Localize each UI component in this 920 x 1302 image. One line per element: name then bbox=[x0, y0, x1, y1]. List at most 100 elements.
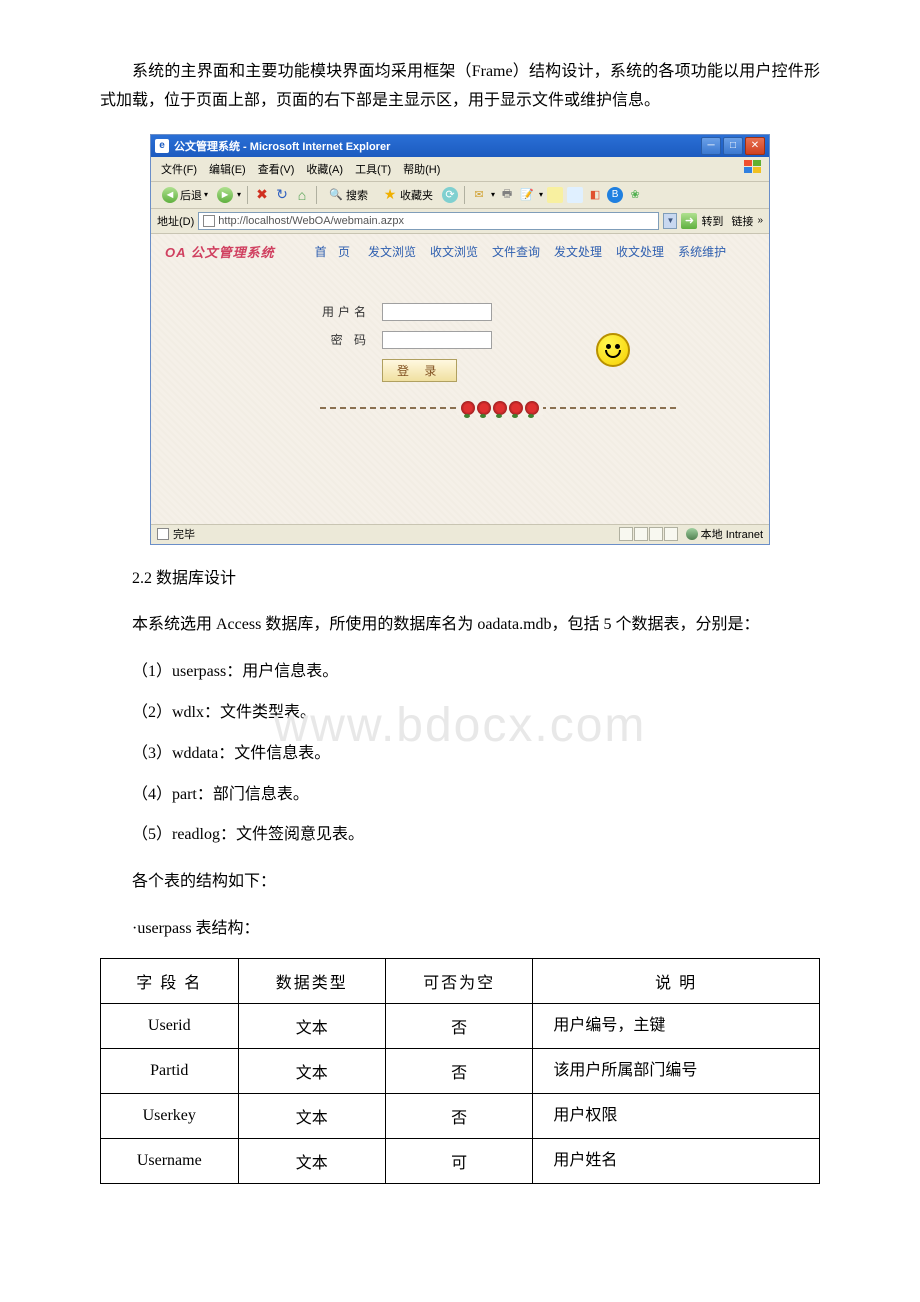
cell-type: 文本 bbox=[238, 1138, 385, 1183]
userpass-table: 字 段 名 数据类型 可否为空 说 明 Userid 文本 否 用户编号，主键 … bbox=[100, 958, 820, 1184]
tables-intro: 各个表的结构如下： bbox=[100, 868, 820, 897]
history-icon[interactable]: ⟳ bbox=[442, 187, 458, 203]
page-icon bbox=[203, 215, 215, 227]
minimize-button[interactable]: ─ bbox=[701, 137, 721, 155]
password-label: 密 码 bbox=[320, 331, 370, 348]
status-zone: 本地 Intranet bbox=[701, 526, 763, 542]
window-titlebar: e 公文管理系统 - Microsoft Internet Explorer ─… bbox=[151, 135, 769, 157]
tool-icon-2[interactable]: ◧ bbox=[587, 187, 603, 203]
db-item-3: （3）wddata：文件信息表。 bbox=[100, 740, 820, 769]
back-arrow-icon: ◄ bbox=[162, 187, 178, 203]
th-null: 可否为空 bbox=[385, 958, 532, 1003]
tool-icon-1[interactable] bbox=[567, 187, 583, 203]
url-input[interactable]: http://localhost/WebOA/webmain.azpx bbox=[198, 212, 659, 230]
go-label: 转到 bbox=[701, 213, 723, 229]
cell-null: 否 bbox=[385, 1048, 532, 1093]
nav-home[interactable]: 首 页 bbox=[315, 243, 354, 260]
maximize-button[interactable]: □ bbox=[723, 137, 743, 155]
nav-send-process[interactable]: 发文处理 bbox=[554, 243, 602, 260]
windows-flag-icon bbox=[743, 160, 763, 174]
address-bar: 地址(D) http://localhost/WebOA/webmain.azp… bbox=[151, 209, 769, 234]
table-row: Userkey 文本 否 用户权限 bbox=[101, 1093, 820, 1138]
home-icon[interactable]: ⌂ bbox=[294, 187, 310, 203]
cell-desc: 用户姓名 bbox=[533, 1138, 820, 1183]
cell-type: 文本 bbox=[238, 1093, 385, 1138]
oa-nav: 首 页 发文浏览 收文浏览 文件查询 发文处理 收文处理 系统维护 bbox=[315, 243, 726, 260]
cell-type: 文本 bbox=[238, 1003, 385, 1048]
oa-logo: OA 公文管理系统 bbox=[165, 242, 275, 261]
browser-screenshot: e 公文管理系统 - Microsoft Internet Explorer ─… bbox=[150, 134, 770, 545]
window-title: 公文管理系统 - Microsoft Internet Explorer bbox=[174, 138, 701, 154]
username-label: 用户名 bbox=[320, 303, 370, 320]
mail-icon[interactable]: ✉ bbox=[471, 187, 487, 203]
db-item-2: （2）wdlx：文件类型表。 bbox=[100, 699, 820, 728]
menu-bar: 文件(F) 编辑(E) 查看(V) 收藏(A) 工具(T) 帮助(H) bbox=[151, 157, 769, 182]
favorites-button[interactable]: ★ 收藏夹 bbox=[377, 185, 438, 205]
cell-null: 否 bbox=[385, 1093, 532, 1138]
smiley-icon bbox=[596, 333, 630, 367]
intro-paragraph: 系统的主界面和主要功能模块界面均采用框架（Frame）结构设计，系统的各项功能以… bbox=[100, 58, 820, 116]
stop-icon[interactable]: ✖ bbox=[254, 187, 270, 203]
cell-desc: 用户权限 bbox=[533, 1093, 820, 1138]
cell-field: Username bbox=[101, 1138, 239, 1183]
back-button[interactable]: ◄ 后退 ▾ bbox=[157, 185, 213, 205]
zone-icon bbox=[686, 528, 698, 540]
cell-desc: 该用户所属部门编号 bbox=[533, 1048, 820, 1093]
menu-file[interactable]: 文件(F) bbox=[157, 160, 201, 178]
nav-sys-maint[interactable]: 系统维护 bbox=[678, 243, 726, 260]
go-button-icon[interactable]: ➜ bbox=[681, 213, 697, 229]
table-caption: ·userpass 表结构： bbox=[100, 915, 820, 944]
menu-favorites[interactable]: 收藏(A) bbox=[302, 160, 347, 178]
db-item-1: （1）userpass：用户信息表。 bbox=[100, 658, 820, 687]
cell-type: 文本 bbox=[238, 1048, 385, 1093]
th-type: 数据类型 bbox=[238, 958, 385, 1003]
login-form: 用户名 密 码 登 录 bbox=[320, 303, 600, 422]
toolbar: ◄ 后退 ▾ ► ▾ ✖ ↻ ⌂ 🔍 搜索 ★ 收藏夹 ⟳ ✉ ▾ 🖶 bbox=[151, 182, 769, 209]
db-item-5: （5）readlog：文件签阅意见表。 bbox=[100, 821, 820, 850]
menu-edit[interactable]: 编辑(E) bbox=[205, 160, 250, 178]
menu-view[interactable]: 查看(V) bbox=[254, 160, 299, 178]
nav-recv-process[interactable]: 收文处理 bbox=[616, 243, 664, 260]
links-label[interactable]: 链接 bbox=[731, 213, 753, 229]
print-icon[interactable]: 🖶 bbox=[499, 187, 515, 203]
cell-null: 否 bbox=[385, 1003, 532, 1048]
close-button[interactable]: ✕ bbox=[745, 137, 765, 155]
db-paragraph: 本系统选用 Access 数据库，所使用的数据库名为 oadata.mdb，包括… bbox=[100, 611, 820, 640]
status-bar: 完毕 本地 Intranet bbox=[151, 524, 769, 544]
address-label: 地址(D) bbox=[157, 213, 194, 229]
menu-tools[interactable]: 工具(T) bbox=[351, 160, 395, 178]
bluetooth-icon[interactable]: B bbox=[607, 187, 623, 203]
edit-icon[interactable]: 📝 bbox=[519, 187, 535, 203]
cell-field: Partid bbox=[101, 1048, 239, 1093]
login-button[interactable]: 登 录 bbox=[382, 359, 457, 382]
nav-send-browse[interactable]: 发文浏览 bbox=[368, 243, 416, 260]
cell-desc: 用户编号，主键 bbox=[533, 1003, 820, 1048]
ie-icon: e bbox=[155, 139, 169, 153]
url-dropdown[interactable]: ▼ bbox=[663, 213, 677, 229]
menu-help[interactable]: 帮助(H) bbox=[399, 160, 444, 178]
tool-icon-3[interactable]: ❀ bbox=[627, 187, 643, 203]
star-icon: ★ bbox=[382, 187, 398, 203]
section-2-2: 2.2 数据库设计 bbox=[100, 565, 820, 594]
page-done-icon bbox=[157, 528, 169, 540]
nav-file-query[interactable]: 文件查询 bbox=[492, 243, 540, 260]
forward-button[interactable]: ► bbox=[217, 187, 233, 203]
status-done: 完毕 bbox=[173, 526, 195, 542]
password-input[interactable] bbox=[382, 331, 492, 349]
decorative-divider bbox=[320, 394, 680, 422]
cell-null: 可 bbox=[385, 1138, 532, 1183]
folder-icon[interactable] bbox=[547, 187, 563, 203]
nav-recv-browse[interactable]: 收文浏览 bbox=[430, 243, 478, 260]
th-desc: 说 明 bbox=[533, 958, 820, 1003]
username-input[interactable] bbox=[382, 303, 492, 321]
refresh-icon[interactable]: ↻ bbox=[274, 187, 290, 203]
cell-field: Userkey bbox=[101, 1093, 239, 1138]
cell-field: Userid bbox=[101, 1003, 239, 1048]
table-row: Username 文本 可 用户姓名 bbox=[101, 1138, 820, 1183]
url-text: http://localhost/WebOA/webmain.azpx bbox=[218, 215, 404, 227]
table-header-row: 字 段 名 数据类型 可否为空 说 明 bbox=[101, 958, 820, 1003]
search-button[interactable]: 🔍 搜索 bbox=[323, 185, 373, 205]
db-item-4: （4）part：部门信息表。 bbox=[100, 781, 820, 810]
page-content: OA 公文管理系统 首 页 发文浏览 收文浏览 文件查询 发文处理 收文处理 系… bbox=[151, 234, 769, 524]
th-field: 字 段 名 bbox=[101, 958, 239, 1003]
